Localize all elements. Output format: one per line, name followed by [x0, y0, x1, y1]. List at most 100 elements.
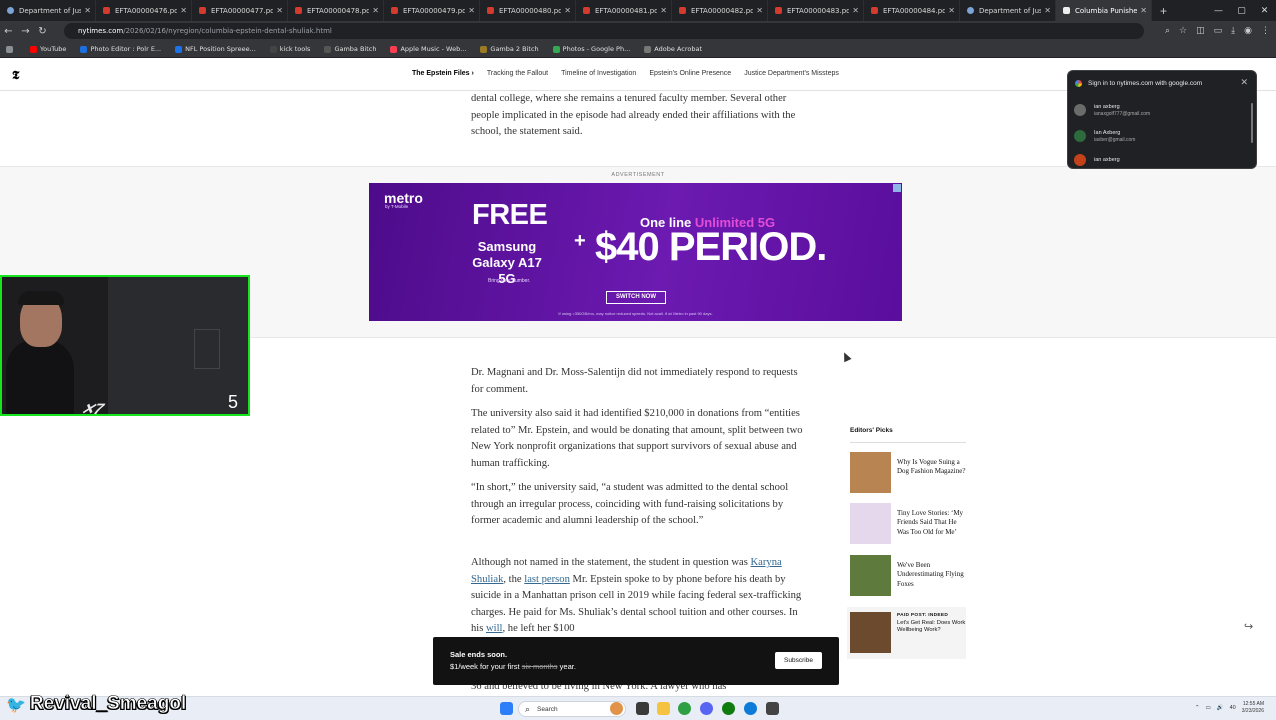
- browser-tab[interactable]: EFTA00000477.pdf ✕: [192, 0, 288, 21]
- link-last-person[interactable]: last person: [524, 574, 570, 585]
- bookmark-item[interactable]: NFL Position Spreee...: [175, 45, 256, 53]
- nav-timeline[interactable]: Timeline of Investigation: [561, 70, 636, 77]
- tab-close-icon[interactable]: ✕: [84, 6, 91, 15]
- close-icon[interactable]: ✕: [1240, 77, 1248, 88]
- popup-scrollbar[interactable]: [1251, 103, 1253, 143]
- maximize-icon[interactable]: ▢: [1230, 6, 1253, 16]
- network-icon[interactable]: ▭: [1206, 705, 1211, 711]
- tab-close-icon[interactable]: ✕: [372, 6, 379, 15]
- paid-post-text: PAID POST: INDEED Let's Get Real: Does W…: [897, 612, 966, 653]
- tab-title: Department of Justice: [19, 6, 82, 15]
- bookmark-item[interactable]: kick tools: [269, 45, 310, 53]
- editors-pick-item[interactable]: Why Is Vogue Suing a Dog Fashion Magazin…: [850, 452, 966, 493]
- adchoices-icon[interactable]: [893, 184, 901, 192]
- editors-pick-item[interactable]: Tiny Love Stories: ‘My Friends Said That…: [850, 503, 966, 544]
- discord-icon[interactable]: [700, 702, 713, 715]
- address-bar[interactable]: nytimes.com/2026/02/16/nyregion/columbia…: [64, 23, 1144, 39]
- browser-tab[interactable]: EFTA00000479.pdf ✕: [384, 0, 480, 21]
- extensions-icon[interactable]: ◫: [1196, 26, 1205, 36]
- bookmark-item[interactable]: Apple Music - Web...: [390, 45, 466, 53]
- browser-tab[interactable]: Department of Justice✕: [0, 0, 96, 21]
- window-close-icon[interactable]: ✕: [1253, 6, 1276, 16]
- download-icon[interactable]: ⤓: [1231, 26, 1235, 36]
- tab-close-icon[interactable]: ✕: [180, 6, 187, 15]
- tab-title: EFTA00000477.pdf: [211, 6, 274, 15]
- browser-tab[interactable]: EFTA00000480.pdf ✕: [480, 0, 576, 21]
- minimize-icon[interactable]: —: [1207, 6, 1230, 16]
- tab-close-icon[interactable]: ✕: [276, 6, 283, 15]
- bookmark-star-icon[interactable]: ☆: [1179, 26, 1187, 36]
- nav-epstein-files[interactable]: The Epstein Files ›: [412, 70, 474, 77]
- nyt-logo[interactable]: 𝕿: [12, 68, 19, 83]
- nav-tracking-fallout[interactable]: Tracking the Fallout: [487, 70, 548, 77]
- clock[interactable]: 12:55 AM 3/23/2026: [1242, 701, 1264, 715]
- new-tab-icon[interactable]: +: [1160, 4, 1167, 18]
- volume-icon[interactable]: 🔊: [1217, 705, 1224, 711]
- widget-icon[interactable]: [610, 702, 623, 715]
- stream-username-overlay: 🐦 Revival_Smeagol: [6, 693, 187, 715]
- tab-strip: Department of Justice✕EFTA00000476.pdf✕E…: [0, 0, 1276, 21]
- bookmark-item[interactable]: YouTube: [30, 45, 66, 53]
- google-account-item[interactable]: ian axberg ianaxgolf777@gmail.com: [1074, 103, 1150, 117]
- bookmark-favicon-icon: [175, 45, 183, 53]
- bookmark-item[interactable]: Gamba 2 Bitch: [480, 45, 539, 53]
- browser-tab[interactable]: Department of Justice✕: [960, 0, 1056, 21]
- tab-close-icon[interactable]: ✕: [1044, 6, 1051, 15]
- apps-icon[interactable]: [6, 45, 16, 53]
- browser-tab[interactable]: EFTA00000483.pdf ✕: [768, 0, 864, 21]
- task-view-icon[interactable]: [636, 702, 649, 715]
- link-will[interactable]: will: [486, 623, 502, 634]
- zoom-icon[interactable]: ⌕: [1165, 26, 1170, 36]
- bookmark-item[interactable]: Photos - Google Ph...: [552, 45, 630, 53]
- profile-icon[interactable]: ◉: [1244, 26, 1252, 36]
- tab-close-icon[interactable]: ✕: [564, 6, 571, 15]
- google-account-item[interactable]: Ian Axberg iaxber@gmail.com: [1074, 129, 1135, 143]
- bookmark-item[interactable]: Gamba Bitch: [324, 45, 376, 53]
- cam-person-body: [6, 339, 74, 414]
- back-icon[interactable]: ←: [0, 26, 17, 37]
- forward-icon[interactable]: →: [17, 26, 34, 37]
- bookmark-item[interactable]: Adobe Acrobat: [644, 45, 702, 53]
- subscribe-button[interactable]: Subscribe: [775, 652, 822, 669]
- xbox-icon[interactable]: [722, 702, 735, 715]
- pdf-favicon-icon: [103, 7, 110, 14]
- bookmark-label: Gamba Bitch: [334, 45, 377, 53]
- reload-icon[interactable]: ↻: [34, 26, 51, 37]
- clock-date: 3/23/2026: [1241, 708, 1264, 714]
- tab-title: EFTA00000478.pdf: [307, 6, 370, 15]
- section-nav: The Epstein Files › Tracking the Fallout…: [412, 70, 839, 77]
- browser-tab[interactable]: EFTA00000481.pdf ✕: [576, 0, 672, 21]
- metro-advertisement[interactable]: metro by T-Mobile FREE Samsung Galaxy A1…: [369, 183, 902, 321]
- tab-close-icon[interactable]: ✕: [756, 6, 763, 15]
- paid-post[interactable]: PAID POST: INDEED Let's Get Real: Does W…: [847, 607, 966, 659]
- cast-icon[interactable]: ▭: [1214, 26, 1223, 36]
- browser-tab[interactable]: Columbia Punishes 2✕: [1056, 0, 1152, 21]
- edge-icon[interactable]: [744, 702, 757, 715]
- browser-tab[interactable]: EFTA00000484.pdf ✕: [864, 0, 960, 21]
- bookmark-item[interactable]: Photo Editor : Polr E...: [80, 45, 161, 53]
- browser-tab[interactable]: EFTA00000482.pdf ✕: [672, 0, 768, 21]
- tab-close-icon[interactable]: ✕: [852, 6, 859, 15]
- screen: Department of Justice✕EFTA00000476.pdf✕E…: [0, 0, 1276, 720]
- browser-tab[interactable]: EFTA00000476.pdf ✕: [96, 0, 192, 21]
- nav-online-presence[interactable]: Epstein's Online Presence: [649, 70, 731, 77]
- menu-icon[interactable]: ⋮: [1261, 26, 1270, 36]
- tab-close-icon[interactable]: ✕: [468, 6, 475, 15]
- share-icon[interactable]: ↪: [1244, 620, 1253, 633]
- chrome-icon[interactable]: [678, 702, 691, 715]
- editors-pick-item[interactable]: We've Been Underestimating Flying Foxes: [850, 555, 966, 596]
- text-run: , the: [503, 573, 525, 585]
- google-account-item[interactable]: ian axberg: [1074, 154, 1120, 166]
- tray-chevron-icon[interactable]: ⌃: [1195, 705, 1200, 711]
- ad-switch-now-button[interactable]: SWITCH NOW: [606, 291, 666, 304]
- tab-close-icon[interactable]: ✕: [660, 6, 667, 15]
- nav-doj-missteps[interactable]: Justice Department's Missteps: [744, 70, 839, 77]
- browser-tab[interactable]: EFTA00000478.pdf ✕: [288, 0, 384, 21]
- app-icon[interactable]: [766, 702, 779, 715]
- windows-start-icon[interactable]: [500, 702, 513, 715]
- file-explorer-icon[interactable]: [657, 702, 670, 715]
- tab-title: EFTA00000482.pdf: [691, 6, 754, 15]
- editors-pick-headline: We've Been Underestimating Flying Foxes: [897, 561, 964, 588]
- tab-close-icon[interactable]: ✕: [1140, 6, 1147, 15]
- tab-close-icon[interactable]: ✕: [948, 6, 955, 15]
